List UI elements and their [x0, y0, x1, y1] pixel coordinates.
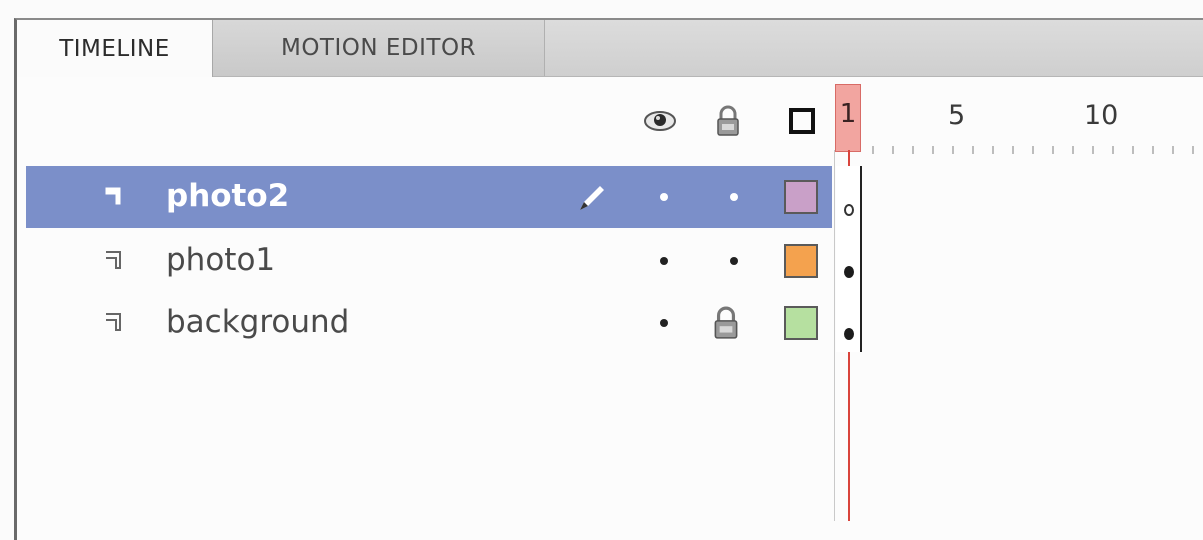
lock-icon[interactable] [708, 104, 748, 138]
frame-ruler[interactable]: 5 10 [832, 84, 1203, 160]
tab-timeline[interactable]: TIMELINE [17, 20, 213, 77]
lock-dot[interactable] [730, 193, 738, 201]
ruler-label-10: 10 [1084, 100, 1119, 131]
keyframe-cell-background[interactable] [836, 290, 862, 352]
pencil-icon [580, 186, 604, 210]
layer-page-icon [105, 187, 121, 205]
layer-row-photo2[interactable]: photo2 [26, 166, 832, 228]
outline-color-swatch[interactable] [784, 180, 818, 214]
panel-divider[interactable] [834, 150, 835, 521]
ruler-label-1: 1 [839, 99, 857, 129]
tab-motion-editor[interactable]: MOTION EDITOR [213, 20, 545, 76]
outline-color-swatch[interactable] [784, 244, 818, 278]
layer-row-photo1[interactable]: photo1 [26, 230, 832, 292]
visibility-dot[interactable] [660, 193, 668, 201]
outline-color-swatch[interactable] [784, 306, 818, 340]
eye-icon[interactable] [640, 104, 680, 138]
keyframe-cell-photo2[interactable] [836, 166, 862, 228]
blank-keyframe-icon [844, 204, 854, 216]
keyframe-cell-photo1[interactable] [836, 228, 862, 290]
visibility-dot[interactable] [660, 319, 668, 327]
ruler-label-5: 5 [948, 100, 966, 131]
panel-tab-strip: TIMELINE MOTION EDITOR [17, 20, 1203, 77]
playhead[interactable]: 1 [835, 84, 861, 152]
visibility-dot[interactable] [660, 257, 668, 265]
layer-row-background[interactable]: background [26, 292, 832, 354]
lock-dot[interactable] [730, 257, 738, 265]
layer-page-icon [106, 251, 121, 269]
layer-page-icon [106, 313, 121, 331]
keyframe-icon [844, 266, 854, 278]
layer-name-photo1[interactable]: photo1 [166, 240, 275, 280]
layer-name-background[interactable]: background [166, 302, 349, 342]
ruler-ticks [872, 146, 1203, 154]
lock-icon[interactable] [712, 306, 740, 340]
layer-name-photo2[interactable]: photo2 [166, 176, 289, 216]
keyframe-icon [844, 328, 854, 340]
outline-square-icon[interactable] [782, 104, 822, 138]
